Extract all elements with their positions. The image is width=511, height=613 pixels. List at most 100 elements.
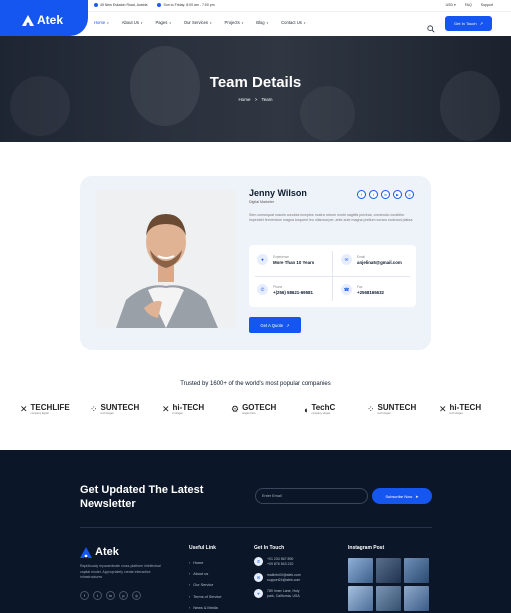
nav-item-label: Projects	[224, 20, 240, 25]
brand-name: TechC	[311, 403, 336, 412]
brand-logo: ◖ TechC company slogan	[303, 403, 336, 416]
logo-block[interactable]: Atek	[0, 0, 88, 36]
instagram-post[interactable]	[348, 558, 373, 583]
chevron-down-icon: ▾	[266, 20, 269, 25]
email-label: Email	[357, 254, 365, 259]
brand-mark-icon: ✕	[439, 404, 447, 414]
chevron-down-icon: ▾	[140, 20, 143, 25]
support-link[interactable]: Support	[481, 3, 493, 7]
instagram-post[interactable]	[376, 558, 401, 583]
brand-mark-icon: ⁘	[367, 404, 375, 414]
newsletter-title: Get Updated The Latest Newsletter	[80, 484, 204, 510]
facebook-icon[interactable]: f	[80, 591, 89, 600]
newsletter-email-input[interactable]: Enter Email	[255, 488, 368, 504]
nav-item-contact-us[interactable]: Contact Us ▾	[281, 20, 305, 25]
nav-item-home[interactable]: Home ▾	[94, 20, 109, 25]
chevron-right-icon: ›	[189, 572, 191, 577]
instagram-post[interactable]	[376, 586, 401, 611]
footer-link[interactable]: › Home	[189, 557, 222, 568]
nav-item-projects[interactable]: Projects ▾	[225, 20, 244, 25]
footer-link-label: News & Media	[193, 606, 218, 611]
experience-label: Experience	[273, 254, 289, 259]
footer-link-label: Home	[193, 560, 204, 565]
nav-item-label: Contact Us	[281, 20, 302, 25]
phone-icon: ✆	[254, 557, 263, 566]
get-a-quote-button[interactable]: Get A Quote ↗	[249, 317, 301, 333]
email-value[interactable]: anjelina5@gmail.com	[357, 260, 402, 265]
footer-link[interactable]: › News & Media	[189, 603, 222, 613]
instagram-icon[interactable]: ◎	[132, 591, 141, 600]
fax-value: +2568165632	[357, 289, 384, 295]
nav-item-blog[interactable]: Blog ▾	[256, 20, 268, 25]
twitter-icon[interactable]: t	[369, 190, 378, 199]
chevron-right-icon: ›	[189, 606, 191, 611]
nav-item-label: Pages	[155, 20, 168, 25]
fax-label: Fax	[357, 284, 363, 289]
linkedin-icon[interactable]: in	[381, 190, 390, 199]
logo-mark-icon	[22, 14, 34, 26]
chevron-down-icon: ▾	[241, 20, 244, 25]
member-role: Digital Marketer	[249, 200, 275, 204]
brand-name: TECHLIFE	[30, 403, 70, 412]
faq-link[interactable]: FAQ	[465, 3, 472, 7]
pinterest-icon[interactable]: p	[119, 591, 128, 600]
brand-tagline: tech slogan	[100, 412, 114, 415]
phone-value[interactable]: +(256) 58621-69581	[273, 290, 313, 295]
brand-name: SUNTECH	[100, 403, 140, 412]
footer-email-row: ✉ mailinfo00@atek.com support24@atek.com	[254, 573, 307, 583]
brand-tagline: company digital	[30, 412, 49, 415]
location-icon: ⌖	[254, 589, 263, 598]
footer-logo[interactable]: Atek	[80, 546, 119, 558]
brand-tagline: hi slogan	[172, 412, 183, 415]
youtube-icon[interactable]: ▶	[393, 190, 402, 199]
footer-link[interactable]: › Terms of Service	[189, 591, 222, 602]
phone-icon: ✆	[257, 284, 268, 295]
subscribe-button[interactable]: Subscribe Now ➤	[372, 488, 432, 504]
useful-link-title: Useful Link	[189, 545, 216, 551]
nav-item-label: About Us	[121, 20, 139, 25]
footer-link[interactable]: › Our Service	[189, 580, 222, 591]
logo-text: Atek	[37, 13, 64, 27]
linkedin-icon[interactable]: in	[106, 591, 115, 600]
nav-item-our-services[interactable]: Our Services ▾	[184, 20, 212, 25]
breadcrumb-home[interactable]: Home	[238, 97, 250, 102]
search-icon[interactable]	[427, 20, 435, 33]
instagram-post[interactable]	[404, 586, 429, 611]
get-in-touch-button[interactable]: Get In Touch ↗	[445, 16, 492, 31]
member-bio: Sem consequat mauris conubia inceptos no…	[249, 213, 414, 223]
fax-info: ☎ Fax +2568165632	[341, 284, 384, 295]
facebook-icon[interactable]: f	[357, 190, 366, 199]
profile-photo	[96, 190, 236, 328]
footer-email[interactable]: support24@atek.com	[267, 578, 301, 583]
instagram-icon[interactable]: ◎	[405, 190, 414, 199]
logo[interactable]: Atek	[22, 13, 63, 27]
nav-item-pages[interactable]: Pages ▾	[155, 20, 170, 25]
brand-tagline: tech slogan	[449, 412, 463, 415]
breadcrumb-separator: >	[254, 97, 258, 102]
chevron-right-icon: ›	[189, 583, 191, 588]
page-title: Team Details	[209, 74, 302, 91]
chevron-down-icon: ▾	[210, 20, 212, 25]
currency-select[interactable]: USD ▾	[446, 3, 456, 7]
brand-logo: ✕ hi-TECH hi slogan	[162, 404, 204, 416]
twitter-icon[interactable]: t	[93, 591, 102, 600]
nav-item-label: Our Services	[183, 20, 209, 25]
footer-link[interactable]: › About us	[189, 568, 222, 579]
trusted-title: Trusted by 1600+ of the world's most pop…	[180, 381, 331, 387]
footer-phone[interactable]: +09 876 543 210	[267, 562, 293, 567]
footer-phone-row: ✆ +01 234 567 890 +09 876 543 210	[254, 557, 307, 567]
get-in-touch-title: Get In Touch	[254, 545, 285, 551]
member-name: Jenny Wilson	[249, 188, 307, 198]
contact-info: ✆ +01 234 567 890 +09 876 543 210 ✉ maili…	[254, 557, 307, 605]
main-nav: Home ▾ About Us ▾ Pages ▾ Our Services ▾ Project…	[94, 12, 511, 36]
brand-name: SUNTECH	[377, 403, 417, 412]
send-icon: ➤	[415, 493, 419, 499]
footer: Get Updated The Latest Newsletter Enter …	[0, 450, 511, 613]
nav-item-about-us[interactable]: About Us ▾	[122, 20, 143, 25]
brand-mark-icon: ⁘	[90, 404, 98, 414]
brand-logo: ⁘ SUNTECH tech slogan	[90, 403, 140, 416]
instagram-post[interactable]	[404, 558, 429, 583]
instagram-post[interactable]	[348, 586, 373, 611]
footer-social-links: f t in p ◎	[80, 591, 141, 600]
hours-text: Sun to Friday: 8:00 am - 7:00 pm	[163, 3, 215, 7]
